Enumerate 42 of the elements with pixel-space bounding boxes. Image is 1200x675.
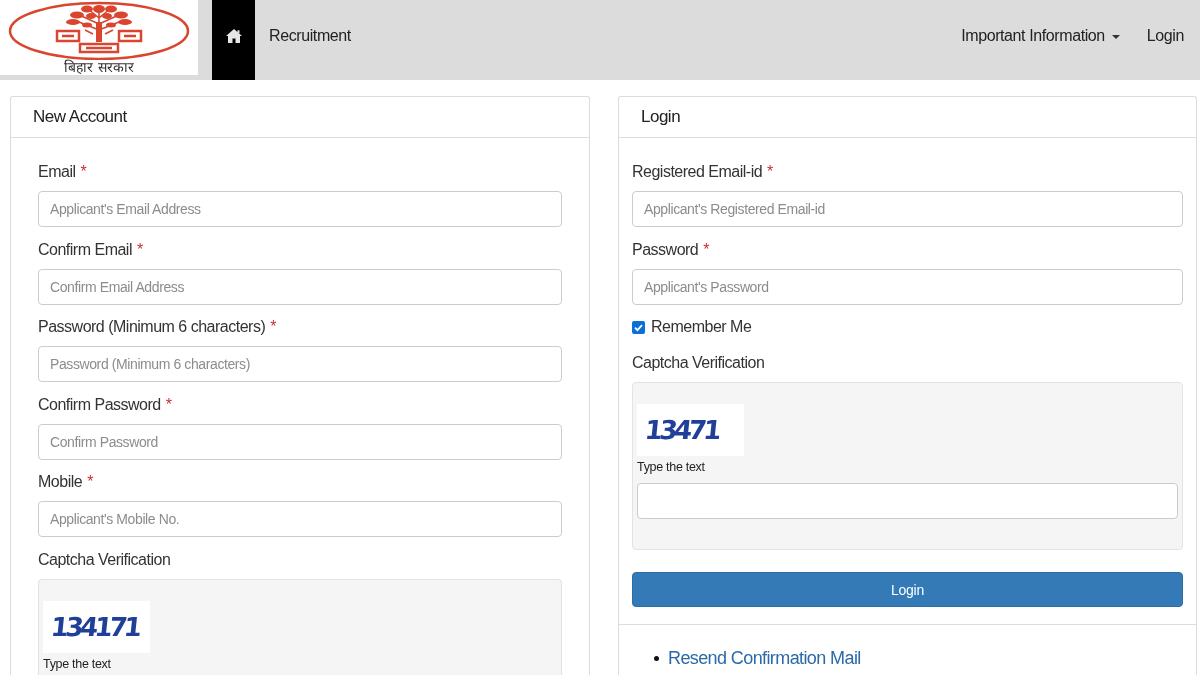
home-button[interactable] (212, 0, 255, 80)
input-field[interactable]: Confirm Email Address (38, 268, 562, 305)
required-mark: * (165, 394, 172, 415)
captcha-hint: Type the text (43, 656, 111, 671)
field-label: Email (38, 162, 76, 182)
bullet-icon (654, 655, 659, 661)
required-mark: * (270, 317, 276, 337)
field-label: Password (632, 239, 699, 260)
field-label: Confirm Password (38, 394, 161, 415)
resend-link[interactable]: Resend Confirmation Mail (668, 647, 861, 669)
dropdown-menu[interactable]: Important Information (961, 27, 1120, 45)
field-label: Mobile (38, 472, 83, 492)
nav-link[interactable]: Login (1146, 27, 1184, 45)
checkbox[interactable] (632, 320, 645, 334)
captcha-text: 134171 (49, 611, 141, 642)
input-field[interactable]: Applicant's Registered Email-id (632, 191, 1183, 227)
required-mark: * (703, 239, 709, 260)
field-label: Captcha Verification (38, 549, 171, 570)
input-field[interactable]: Confirm Password (38, 423, 562, 460)
captcha-text: 13471 (643, 415, 720, 445)
input-field[interactable]: Applicant's Password (632, 268, 1183, 305)
field-label: Confirm Email (38, 239, 132, 260)
required-mark: * (80, 162, 87, 182)
required-mark: * (136, 239, 143, 260)
field-label: Registered Email-id (632, 162, 763, 182)
field-label: Captcha Verification (632, 353, 765, 373)
logo-caption: बिहार सरकार (64, 60, 134, 75)
brand-link[interactable]: Recruitment (269, 27, 351, 45)
checkbox-label: Remember Me (651, 318, 752, 336)
field-label: Password (Minimum 6 characters) (38, 317, 266, 337)
panel-title: New Account (33, 107, 127, 127)
panel-title: Login (641, 107, 681, 127)
input-field[interactable]: Applicant's Email Address (38, 191, 562, 227)
required-mark: * (767, 162, 773, 182)
captcha-hint: Type the text (637, 460, 705, 474)
caret-icon (1111, 35, 1120, 39)
input-field[interactable]: Applicant's Mobile No. (38, 501, 562, 537)
captcha-field[interactable] (637, 483, 1178, 519)
input-field[interactable]: Password (Minimum 6 characters) (38, 346, 562, 382)
required-mark: * (87, 472, 93, 492)
home-icon (225, 29, 242, 43)
login-button[interactable]: Login (632, 572, 1183, 607)
